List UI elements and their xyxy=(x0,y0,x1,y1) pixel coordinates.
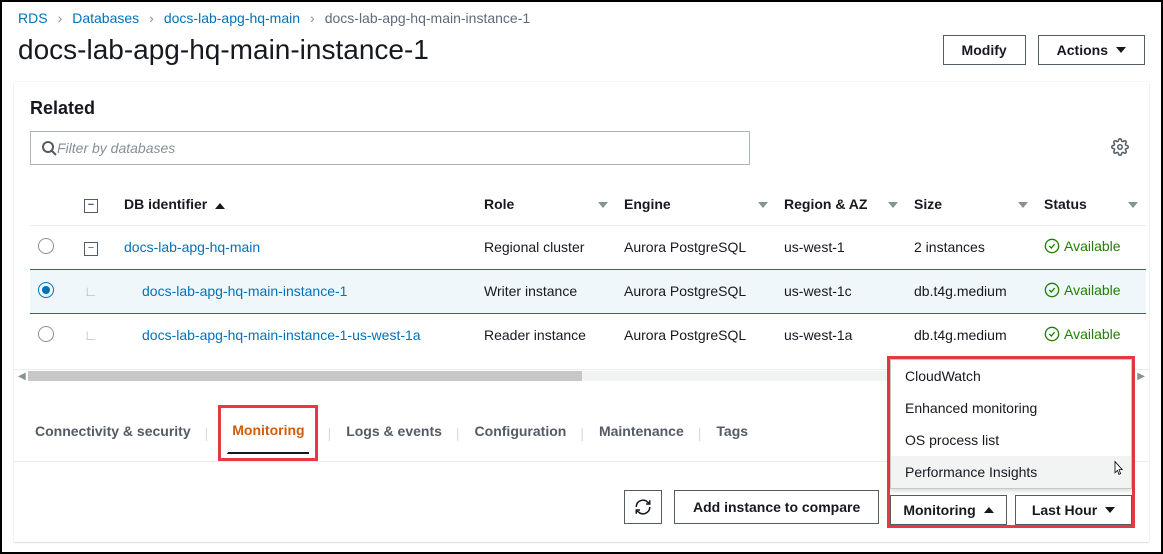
add-instance-compare-button[interactable]: Add instance to compare xyxy=(674,490,879,524)
related-panel: Related xyxy=(14,82,1149,542)
tab-separator: | xyxy=(580,425,584,441)
related-heading: Related xyxy=(30,98,1133,119)
monitoring-dropdown-trigger[interactable]: Monitoring xyxy=(890,495,1007,525)
filter-caret-icon xyxy=(598,202,608,208)
scroll-left-icon[interactable]: ◀ xyxy=(16,371,28,382)
chevron-right-icon: › xyxy=(58,10,63,26)
cell-role: Reader instance xyxy=(476,313,616,357)
tab-separator: | xyxy=(698,425,702,441)
breadcrumb-current: docs-lab-apg-hq-main-instance-1 xyxy=(325,10,530,26)
cell-size: db.t4g.medium xyxy=(906,313,1036,357)
breadcrumb: RDS › Databases › docs-lab-apg-hq-main ›… xyxy=(2,2,1161,30)
table-header-row: − DB identifier Role Engine Region & AZ xyxy=(30,183,1146,225)
monitoring-menu-item-cloudwatch[interactable]: CloudWatch xyxy=(891,360,1131,392)
col-status[interactable]: Status xyxy=(1036,183,1146,225)
tree-line-icon: ∟ xyxy=(84,283,98,299)
caret-down-icon xyxy=(1116,47,1126,53)
tab-monitoring[interactable]: Monitoring xyxy=(227,412,308,454)
db-identifier-link[interactable]: docs-lab-apg-hq-main-instance-1-us-west-… xyxy=(124,327,421,343)
filter-caret-icon xyxy=(1128,202,1138,208)
filter-caret-icon xyxy=(1018,202,1028,208)
db-identifier-link[interactable]: docs-lab-apg-hq-main-instance-1 xyxy=(124,283,347,299)
table-row[interactable]: ∟ docs-lab-apg-hq-main-instance-1 Writer i… xyxy=(30,269,1146,313)
col-size[interactable]: Size xyxy=(906,183,1036,225)
db-identifier-link[interactable]: docs-lab-apg-hq-main xyxy=(124,239,260,255)
col-engine[interactable]: Engine xyxy=(616,183,776,225)
databases-table: − DB identifier Role Engine Region & AZ xyxy=(30,183,1146,357)
status-available: Available xyxy=(1044,326,1121,342)
col-role[interactable]: Role xyxy=(476,183,616,225)
monitoring-menu-item-os-process-list[interactable]: OS process list xyxy=(891,424,1131,456)
caret-down-icon xyxy=(1105,507,1115,513)
row-radio[interactable] xyxy=(38,326,54,342)
status-available: Available xyxy=(1044,238,1121,254)
tab-separator: | xyxy=(328,425,332,441)
collapse-all-icon[interactable]: − xyxy=(84,199,98,213)
time-range-dropdown[interactable]: Last Hour xyxy=(1015,495,1132,525)
tab-maintenance[interactable]: Maintenance xyxy=(594,413,688,453)
table-row[interactable]: ∟ docs-lab-apg-hq-main-instance-1-us-west… xyxy=(30,313,1146,357)
chevron-right-icon: › xyxy=(310,10,315,26)
filter-databases-search[interactable] xyxy=(30,131,750,165)
row-radio[interactable] xyxy=(38,238,54,254)
breadcrumb-rds[interactable]: RDS xyxy=(18,10,48,26)
tab-logs-events[interactable]: Logs & events xyxy=(341,413,446,453)
page-header: docs-lab-apg-hq-main-instance-1 Modify A… xyxy=(2,30,1161,82)
tab-tags[interactable]: Tags xyxy=(711,413,752,453)
monitoring-dropdown-menu: CloudWatchEnhanced monitoringOS process … xyxy=(890,359,1132,489)
filter-caret-icon xyxy=(758,202,768,208)
cell-region_az: us-west-1a xyxy=(776,313,906,357)
refresh-icon xyxy=(634,498,652,516)
col-db-identifier[interactable]: DB identifier xyxy=(116,183,476,225)
tab-connectivity-security[interactable]: Connectivity & security xyxy=(30,413,195,453)
sort-asc-icon xyxy=(215,203,225,209)
tab-configuration[interactable]: Configuration xyxy=(470,413,571,453)
scroll-thumb[interactable] xyxy=(28,371,582,381)
page-title: docs-lab-apg-hq-main-instance-1 xyxy=(18,34,429,66)
cell-engine: Aurora PostgreSQL xyxy=(616,225,776,269)
cell-size: db.t4g.medium xyxy=(906,269,1036,313)
search-icon xyxy=(41,140,57,156)
status-available: Available xyxy=(1044,282,1121,298)
cell-role: Regional cluster xyxy=(476,225,616,269)
filter-caret-icon xyxy=(888,202,898,208)
actions-button[interactable]: Actions xyxy=(1038,35,1145,65)
scroll-right-icon[interactable]: ▶ xyxy=(1135,371,1147,382)
cell-engine: Aurora PostgreSQL xyxy=(616,313,776,357)
cell-engine: Aurora PostgreSQL xyxy=(616,269,776,313)
caret-up-icon xyxy=(984,507,994,513)
cursor-icon xyxy=(1111,460,1127,476)
tab-highlight: Monitoring xyxy=(218,405,317,461)
chevron-right-icon: › xyxy=(149,10,154,26)
refresh-button[interactable] xyxy=(624,490,662,524)
collapse-icon[interactable]: − xyxy=(84,242,98,256)
tab-separator: | xyxy=(205,425,209,441)
monitoring-controls-highlight: CloudWatchEnhanced monitoringOS process … xyxy=(887,356,1135,528)
tab-separator: | xyxy=(456,425,460,441)
tree-line-icon: ∟ xyxy=(84,327,98,343)
cell-region_az: us-west-1 xyxy=(776,225,906,269)
cell-region_az: us-west-1c xyxy=(776,269,906,313)
row-radio[interactable] xyxy=(38,282,54,298)
cell-role: Writer instance xyxy=(476,269,616,313)
monitoring-menu-item-performance-insights[interactable]: Performance Insights xyxy=(891,456,1131,488)
breadcrumb-databases[interactable]: Databases xyxy=(72,10,139,26)
col-region-az[interactable]: Region & AZ xyxy=(776,183,906,225)
filter-databases-input[interactable] xyxy=(57,140,739,156)
table-row[interactable]: − docs-lab-apg-hq-main Regional clusterAur… xyxy=(30,225,1146,269)
cell-size: 2 instances xyxy=(906,225,1036,269)
breadcrumb-cluster[interactable]: docs-lab-apg-hq-main xyxy=(164,10,300,26)
monitoring-menu-item-enhanced-monitoring[interactable]: Enhanced monitoring xyxy=(891,392,1131,424)
settings-gear-icon[interactable] xyxy=(1111,138,1129,159)
modify-button[interactable]: Modify xyxy=(943,35,1026,65)
